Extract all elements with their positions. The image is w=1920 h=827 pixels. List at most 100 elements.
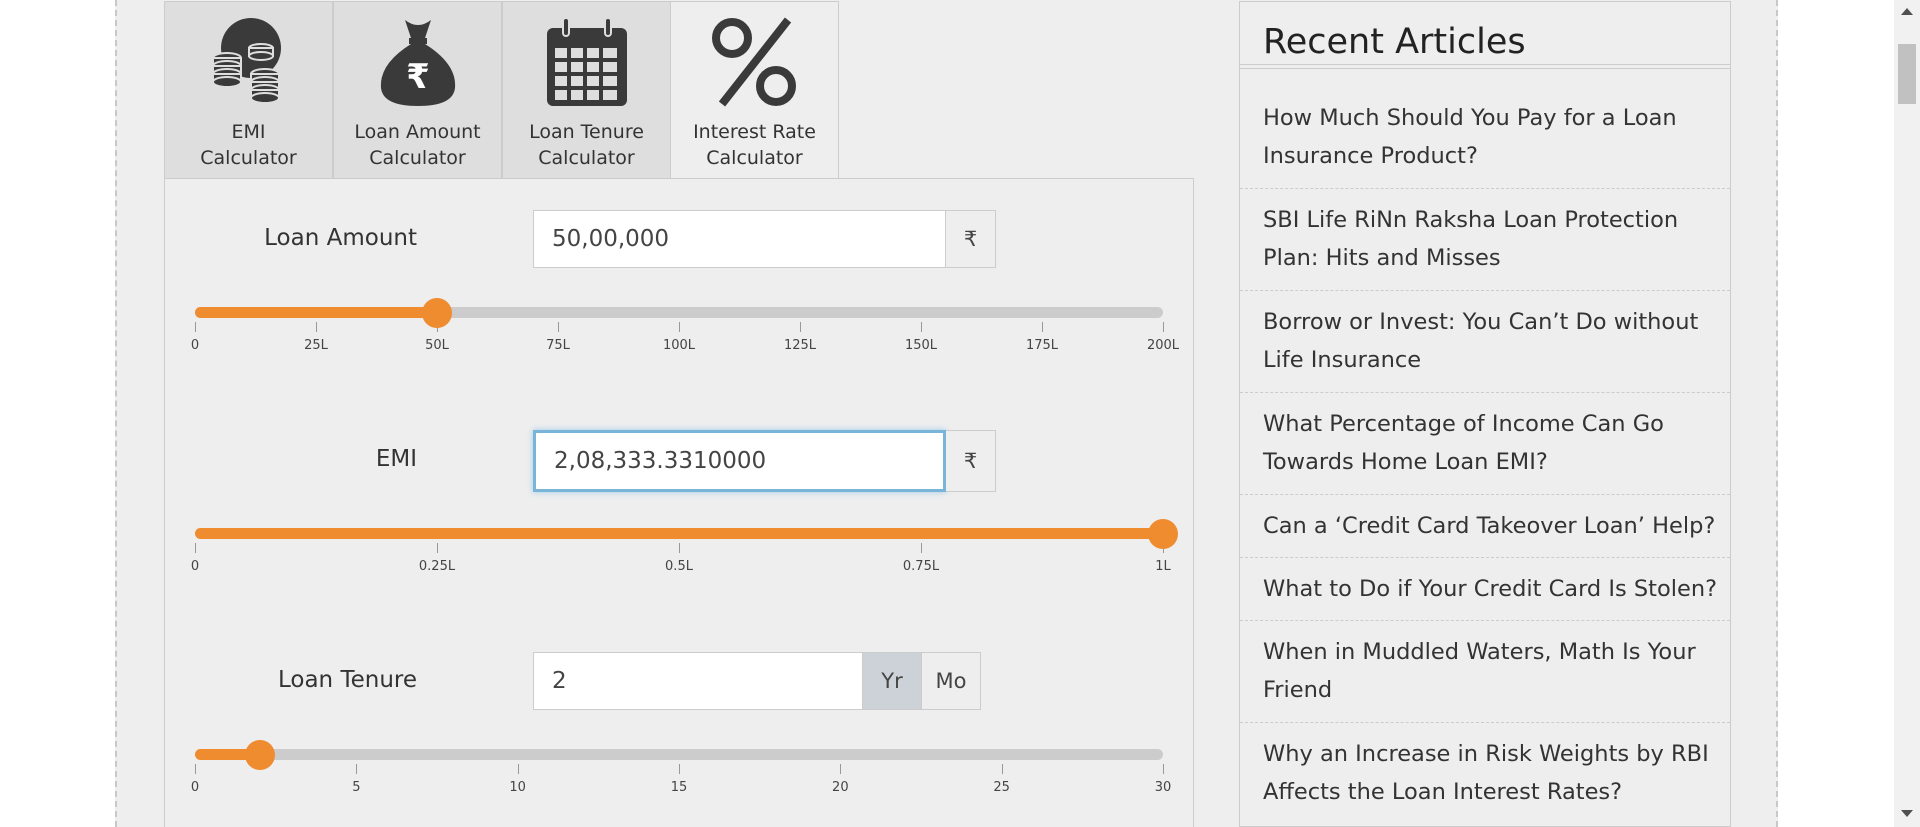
divider xyxy=(1240,64,1730,65)
tab-loan-amount-calculator[interactable]: ₹ Loan Amount Calculator xyxy=(333,1,502,179)
article-link[interactable]: Borrow or Invest: You Can’t Do without L… xyxy=(1240,303,1730,393)
slider-tick-mark xyxy=(840,764,842,774)
slider-tick-mark xyxy=(921,322,922,332)
svg-text:₹: ₹ xyxy=(406,57,430,97)
slider-tick-label: 50L xyxy=(425,338,449,353)
article-title-line[interactable]: Life Insurance xyxy=(1263,341,1730,379)
article-title-line[interactable]: Plan: Hits and Misses xyxy=(1263,239,1730,277)
slider-handle[interactable] xyxy=(244,740,275,770)
article-title-line[interactable]: SBI Life RiNn Raksha Loan Protection xyxy=(1263,201,1730,239)
slider-tick-mark xyxy=(356,764,358,774)
coins-icon xyxy=(211,18,281,104)
slider-tick-mark xyxy=(195,764,196,774)
loan-amount-input-group: ₹ xyxy=(533,210,996,268)
slider-tick-label: 200L xyxy=(1146,338,1180,353)
slider-tick-label: 100L xyxy=(662,338,696,353)
emi-input-group: ₹ xyxy=(533,430,996,492)
slider-tick-label: 15 xyxy=(670,780,688,795)
scroll-up-arrow-icon[interactable] xyxy=(1901,8,1913,15)
slider-tick-label: 25L xyxy=(304,338,328,353)
year-toggle-button[interactable]: Yr xyxy=(863,652,922,710)
article-link[interactable]: How Much Should You Pay for a Loan Insur… xyxy=(1240,99,1730,189)
slider-ticks: 0 5 10 15 20 25 30 xyxy=(191,740,1171,800)
loan-tenure-input-group: Yr Mo xyxy=(533,652,981,710)
slider-tick-label: 20 xyxy=(832,780,849,795)
scroll-down-arrow-icon[interactable] xyxy=(1901,810,1913,817)
article-title-line[interactable]: Affects the Loan Interest Rates? xyxy=(1263,773,1730,811)
slider-tick-mark xyxy=(195,322,196,332)
article-link[interactable]: Why an Increase in Risk Weights by RBI A… xyxy=(1240,735,1730,825)
article-link[interactable]: SBI Life RiNn Raksha Loan Protection Pla… xyxy=(1240,201,1730,291)
slider-tick-mark xyxy=(517,764,519,774)
slider-handle[interactable] xyxy=(422,298,452,328)
loan-tenure-label: Loan Tenure xyxy=(277,667,417,693)
article-title-line[interactable]: Borrow or Invest: You Can’t Do without xyxy=(1263,303,1730,341)
article-link[interactable]: When in Muddled Waters, Math Is Your Fri… xyxy=(1240,633,1730,723)
article-link[interactable]: What to Do if Your Credit Card Is Stolen… xyxy=(1240,570,1730,621)
emi-input[interactable] xyxy=(533,430,946,492)
slider-tick-mark xyxy=(1163,322,1164,332)
tab-loan-tenure-calculator[interactable]: Loan Tenure Calculator xyxy=(502,1,671,179)
money-bag-icon: ₹ xyxy=(380,20,455,106)
slider-tick-label: 5 xyxy=(352,780,361,795)
page-scrollbar[interactable] xyxy=(1894,0,1920,827)
slider-tick-mark xyxy=(1042,322,1043,332)
article-title-line[interactable]: What to Do if Your Credit Card Is Stolen… xyxy=(1263,570,1730,608)
article-link[interactable]: What Percentage of Income Can Go Towards… xyxy=(1240,405,1730,495)
tab-label-line2: Calculator xyxy=(538,147,635,169)
slider-tick-label: 125L xyxy=(783,338,817,353)
tab-label-line1: EMI xyxy=(231,121,266,143)
slider-tick-label: 30 xyxy=(1154,780,1172,795)
slider-tick-mark xyxy=(679,322,680,332)
divider xyxy=(1240,68,1730,69)
loan-tenure-input[interactable] xyxy=(533,652,863,710)
slider-tick-label: 0 xyxy=(190,559,200,574)
article-title-line[interactable]: Why an Increase in Risk Weights by RBI xyxy=(1263,735,1730,773)
recent-articles-sidebar: Recent Articles How Much Should You Pay … xyxy=(1239,1,1731,827)
tab-label-line1: Interest Rate xyxy=(693,121,816,143)
tab-label-line1: Loan Tenure xyxy=(529,121,644,143)
tab-emi-calculator[interactable]: EMI Calculator xyxy=(164,1,333,179)
slider-tick-label: 0.25L xyxy=(418,559,456,574)
article-title-line[interactable]: What Percentage of Income Can Go xyxy=(1263,405,1730,443)
slider-tick-label: 150L xyxy=(904,338,938,353)
slider-tick-label: 0 xyxy=(190,338,200,353)
article-title-line[interactable]: How Much Should You Pay for a Loan xyxy=(1263,99,1730,137)
slider-tick-mark xyxy=(1001,764,1003,774)
sidebar-title: Recent Articles xyxy=(1263,22,1526,62)
loan-amount-input[interactable] xyxy=(533,210,946,268)
tab-label-line2: Calculator xyxy=(706,147,803,169)
percent-icon xyxy=(711,17,796,107)
slider-ticks: 0 25L 50L 75L 100L 125L 150L 175L 200L xyxy=(191,298,1179,358)
calculator-tabs: EMI Calculator ₹ Loan Amount Calculator xyxy=(164,1,839,179)
article-title-line[interactable]: Towards Home Loan EMI? xyxy=(1263,443,1730,481)
slider-tick-label: 1L xyxy=(1155,559,1171,574)
slider-tick-label: 0.5L xyxy=(665,559,693,574)
month-toggle-button[interactable]: Mo xyxy=(922,652,981,710)
slider-handle[interactable] xyxy=(1148,519,1178,549)
slider-tick-mark xyxy=(437,543,438,553)
tab-interest-rate-calculator[interactable]: Interest Rate Calculator xyxy=(670,1,839,179)
slider-tick-label: 0.75L xyxy=(902,559,940,574)
slider-tick-label: 75L xyxy=(546,338,570,353)
article-title-line[interactable]: When in Muddled Waters, Math Is Your xyxy=(1263,633,1730,671)
scrollbar-thumb[interactable] xyxy=(1898,44,1916,104)
loan-amount-slider[interactable]: 0 25L 50L 75L 100L 125L 150L 175L 200L xyxy=(191,298,1179,353)
slider-tick-mark xyxy=(921,543,922,553)
emi-slider[interactable]: 0 0.25L 0.5L 0.75L 1L xyxy=(191,519,1178,574)
article-link[interactable]: Can a ‘Credit Card Takeover Loan’ Help? xyxy=(1240,507,1730,558)
slider-tick-mark xyxy=(316,322,317,332)
calendar-icon xyxy=(546,17,627,106)
article-title-line[interactable]: Can a ‘Credit Card Takeover Loan’ Help? xyxy=(1263,507,1730,545)
loan-tenure-slider[interactable]: 0 5 10 15 20 25 30 xyxy=(191,740,1171,795)
slider-tick-mark xyxy=(558,322,559,332)
currency-addon: ₹ xyxy=(946,430,996,492)
slider-tick-mark xyxy=(195,543,196,553)
slider-tick-label: 175L xyxy=(1025,338,1059,353)
slider-tick-mark xyxy=(679,764,680,774)
calculator-panel: Loan Amount ₹ 0 25L 50L 75L 100L 125L 150L 175L… xyxy=(164,178,1194,827)
slider-tick-mark xyxy=(679,543,680,553)
article-title-line[interactable]: Insurance Product? xyxy=(1263,137,1730,175)
article-title-line[interactable]: Friend xyxy=(1263,671,1730,709)
loan-amount-label: Loan Amount xyxy=(264,225,417,251)
